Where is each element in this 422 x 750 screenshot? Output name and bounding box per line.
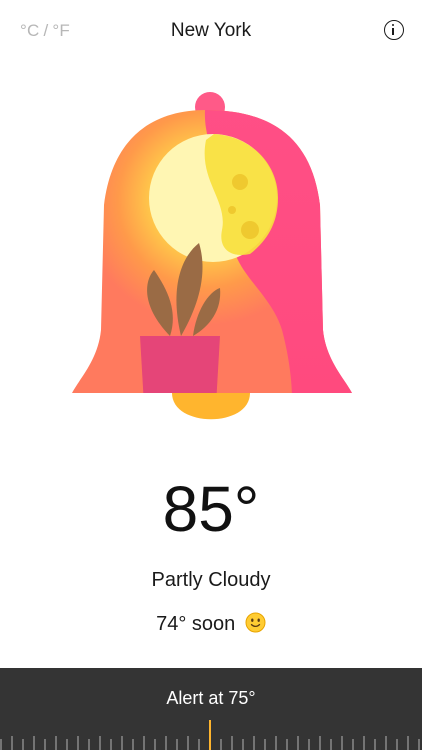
bell-clapper <box>172 393 250 420</box>
top-bar: °C / °F New York <box>0 0 422 64</box>
weather-condition: Partly Cloudy <box>151 569 271 591</box>
alert-ruler-slider[interactable] <box>0 668 422 750</box>
forecast-line: 74° soon <box>0 612 422 636</box>
city-title: New York <box>170 20 252 41</box>
alert-slider-bar[interactable]: Alert at 75° <box>0 668 422 750</box>
bell-body <box>72 110 352 393</box>
current-temperature: 85° <box>162 473 260 545</box>
slightly-smiling-face-icon <box>245 612 266 633</box>
info-icon-dot <box>392 24 395 27</box>
bell-weather-illustration <box>72 92 352 420</box>
info-icon[interactable] <box>384 20 404 40</box>
info-icon-stem <box>392 28 395 35</box>
forecast-text: 74° soon <box>156 613 236 635</box>
